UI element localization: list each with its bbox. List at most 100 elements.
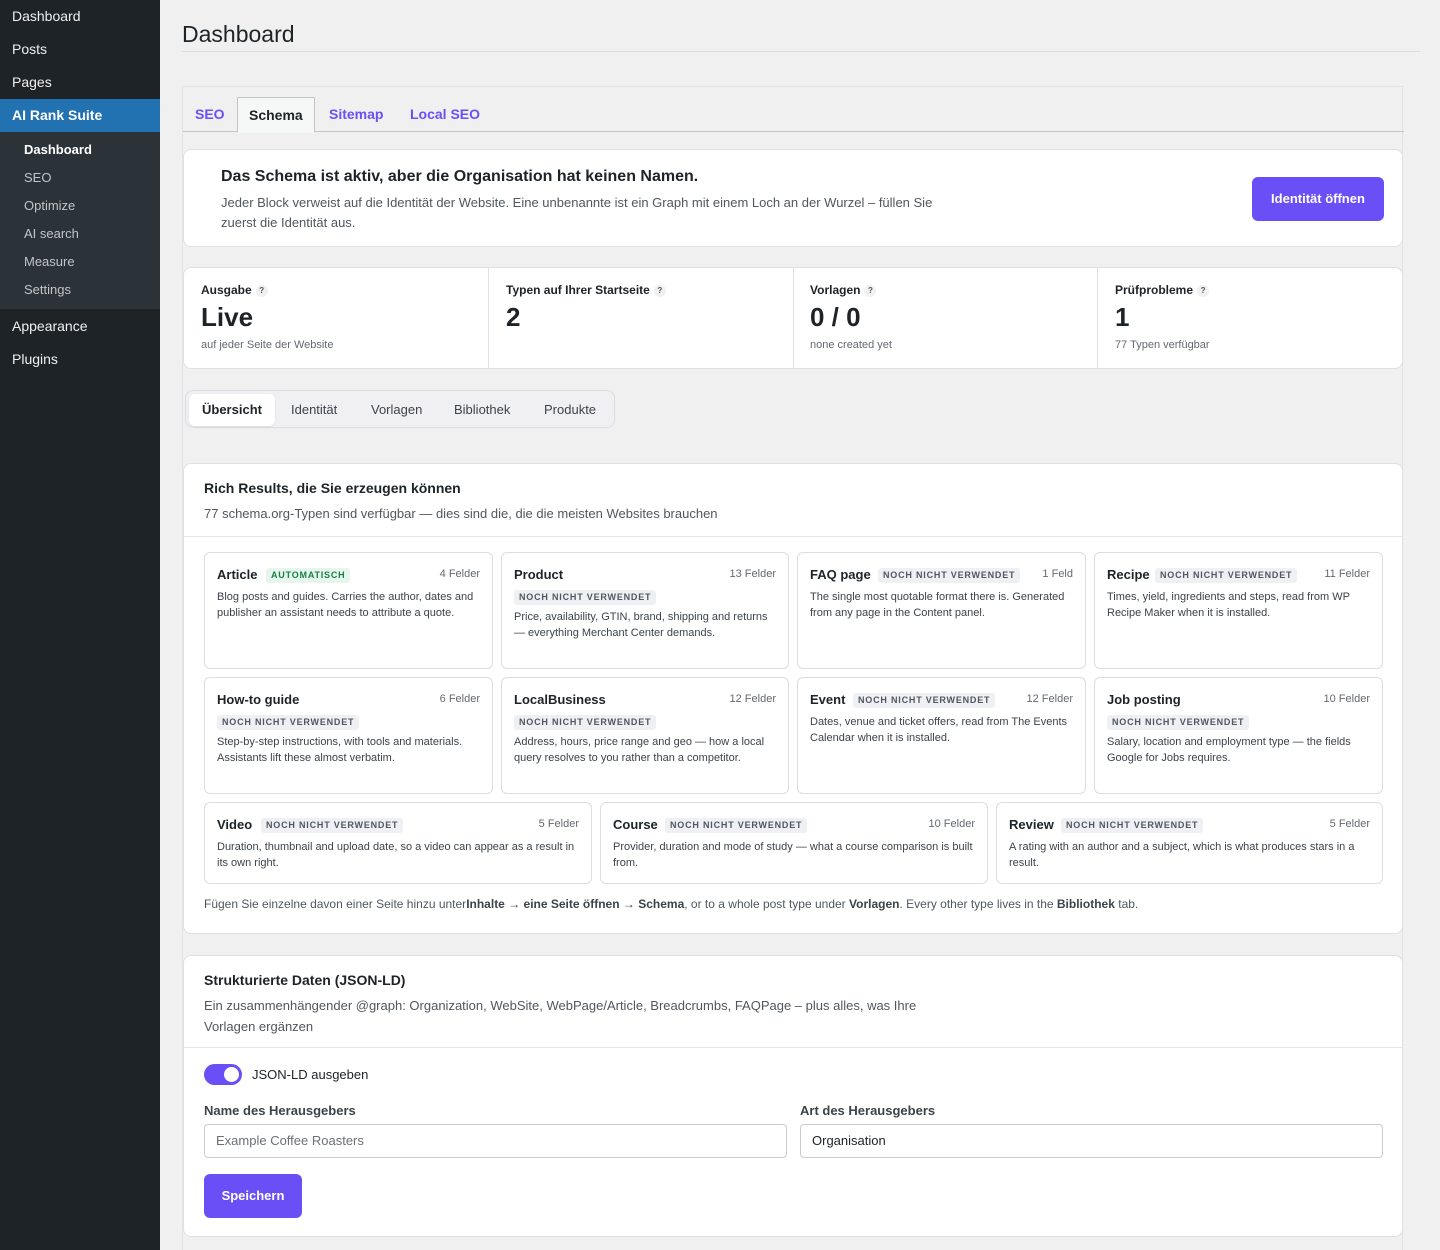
footer-text: . Every other type lives in the [899,897,1057,911]
type-card-how-to[interactable]: How-to guide 6 Felder NOCH NICHT VERWEND… [204,677,493,794]
stat-value: 1 [1115,302,1130,332]
stat-output: Ausgabe? Live auf jeder Seite der Websit… [184,268,489,368]
type-desc: Duration, thumbnail and upload date, so … [217,841,575,869]
type-name: Review [1009,817,1054,832]
status-badge: NOCH NICHT VERWENDET [1061,818,1204,833]
json-ld-toggle[interactable] [204,1064,242,1085]
field-count: 12 Felder [1026,693,1073,705]
status-badge: NOCH NICHT VERWENDET [261,818,404,833]
field-count: 5 Felder [1329,818,1370,830]
menu-pages[interactable]: Pages [0,66,160,99]
stat-label: Ausgabe? [201,283,268,297]
stat-validation-issues: Prüfprobleme? 1 77 Typen verfügbar [1098,268,1402,368]
type-desc: Dates, venue and ticket offers, read fro… [810,716,1068,744]
submenu-item-optimize[interactable]: Optimize [0,192,160,220]
type-card-video[interactable]: Video NOCH NICHT VERWENDET 5 Felder Dura… [204,802,592,884]
type-name: Recipe [1107,567,1150,582]
type-desc: Price, availability, GTIN, brand, shippi… [514,611,768,639]
main-content: Dashboard SEO Schema Sitemap Local SEO D… [182,0,1420,1250]
menu-ai-rank-suite[interactable]: AI Rank Suite [0,99,160,132]
footer-text: , or to a whole post type under [684,897,850,911]
notice-text: Jeder Block verweist auf die Identität d… [221,195,933,230]
stat-label: Vorlagen? [810,283,877,297]
help-icon[interactable]: ? [1197,285,1210,297]
type-card-local-business[interactable]: LocalBusiness 12 Felder NOCH NICHT VERWE… [501,677,789,794]
rich-results-desc: 77 schema.org-Typen sind verfügbar — die… [204,506,718,521]
tab-sitemap[interactable]: Sitemap [318,97,394,132]
field-count: 12 Felder [729,693,776,705]
type-card-event[interactable]: Event NOCH NICHT VERWENDET 12 Felder Dat… [797,677,1086,794]
json-ld-card: Strukturierte Daten (JSON-LD) Ein zusamm… [183,955,1403,1237]
help-icon[interactable]: ? [653,285,666,297]
type-card-course[interactable]: Course NOCH NICHT VERWENDET 10 Felder Pr… [600,802,988,884]
type-card-faq-page[interactable]: FAQ page NOCH NICHT VERWENDET 1 Feld The… [797,552,1086,669]
stats-panel: Ausgabe? Live auf jeder Seite der Websit… [183,267,1403,369]
page-title: Dashboard [182,0,1420,52]
type-card-review[interactable]: Review NOCH NICHT VERWENDET 5 Felder A r… [996,802,1383,884]
footer-text: tab. [1114,897,1139,911]
status-badge: NOCH NICHT VERWENDET [1107,715,1250,730]
stat-label-text: Typen auf Ihrer Startseite [506,283,650,297]
type-name: Video [217,817,253,832]
type-card-job-posting[interactable]: Job posting 10 Felder NOCH NICHT VERWEND… [1094,677,1383,794]
type-card-recipe[interactable]: Recipe NOCH NICHT VERWENDET 11 Felder Ti… [1094,552,1383,669]
field-count: 6 Felder [439,693,480,705]
type-desc: Salary, location and employment type — t… [1107,736,1351,764]
field-count: 4 Felder [439,568,480,580]
stat-homepage-types: Typen auf Ihrer Startseite? 2 [489,268,794,368]
help-icon[interactable]: ? [255,285,268,297]
menu-dashboard[interactable]: Dashboard [0,0,160,33]
field-count: 1 Feld [1042,568,1073,580]
stat-label-text: Vorlagen [810,283,861,297]
field-count: 13 Felder [729,568,776,580]
submenu-item-seo[interactable]: SEO [0,164,160,192]
stat-value: 0 / 0 [810,302,861,332]
menu-appearance[interactable]: Appearance [0,310,160,343]
json-ld-toggle-label: JSON-LD ausgeben [252,1067,369,1082]
type-desc: Step-by-step instructions, with tools an… [217,736,463,764]
help-icon[interactable]: ? [864,285,877,297]
tab-schema[interactable]: Schema [237,97,315,133]
tab-seo[interactable]: SEO [184,97,236,132]
submenu-item-ai-search[interactable]: AI search [0,220,160,248]
publisher-type-select[interactable]: Organisation [800,1124,1383,1158]
status-badge: NOCH NICHT VERWENDET [514,590,657,605]
type-name: How-to guide [217,692,300,707]
field-count: 10 Felder [1323,693,1370,705]
json-ld-desc: Ein zusammenhängender @graph: Organizati… [204,998,917,1034]
stat-label-text: Prüfprobleme [1115,283,1194,297]
publisher-type-label: Art des Herausgebers [800,1103,936,1118]
publisher-name-input[interactable]: Example Coffee Roasters [204,1124,787,1158]
subtab-templates[interactable]: Vorlagen [358,394,435,426]
subtab-overview[interactable]: Übersicht [189,394,275,426]
footer-path-link: Inhalte → eine Seite öffnen → Schema [466,897,685,911]
subtab-products[interactable]: Produkte [531,394,609,426]
status-badge: NOCH NICHT VERWENDET [853,693,996,708]
submenu: Dashboard SEO Optimize AI search Measure… [0,132,160,309]
status-badge: AUTOMATISCH [266,568,351,583]
submenu-item-dashboard[interactable]: Dashboard [0,136,160,164]
subtab-identity[interactable]: Identität [278,394,350,426]
type-name: LocalBusiness [514,692,606,707]
type-card-article[interactable]: Article AUTOMATISCH 4 Felder Blog posts … [204,552,493,669]
submenu-item-settings[interactable]: Settings [0,276,160,304]
subtab-library[interactable]: Bibliothek [441,394,523,426]
publisher-name-label: Name des Herausgebers [204,1103,356,1118]
stat-label-text: Ausgabe [201,283,252,297]
notice-title: Das Schema ist aktiv, aber die Organisat… [221,168,699,185]
type-desc: Address, hours, price range and geo — ho… [514,736,765,764]
save-button[interactable]: Speichern [204,1174,302,1218]
type-card-product[interactable]: Product 13 Felder NOCH NICHT VERWENDET P… [501,552,789,669]
type-desc: Provider, duration and mode of study — w… [613,841,973,869]
status-badge: NOCH NICHT VERWENDET [1155,568,1298,583]
open-identity-button[interactable]: Identität öffnen [1252,177,1384,221]
rich-results-card: Rich Results, die Sie erzeugen können 77… [183,463,1403,934]
stat-sub: 77 Typen verfügbar [1115,339,1210,351]
field-count: 5 Felder [538,818,579,830]
status-badge: NOCH NICHT VERWENDET [878,568,1021,583]
menu-posts[interactable]: Posts [0,33,160,66]
menu-plugins[interactable]: Plugins [0,343,160,376]
status-badge: NOCH NICHT VERWENDET [514,715,657,730]
submenu-item-measure[interactable]: Measure [0,248,160,276]
tab-local-seo[interactable]: Local SEO [399,97,491,132]
